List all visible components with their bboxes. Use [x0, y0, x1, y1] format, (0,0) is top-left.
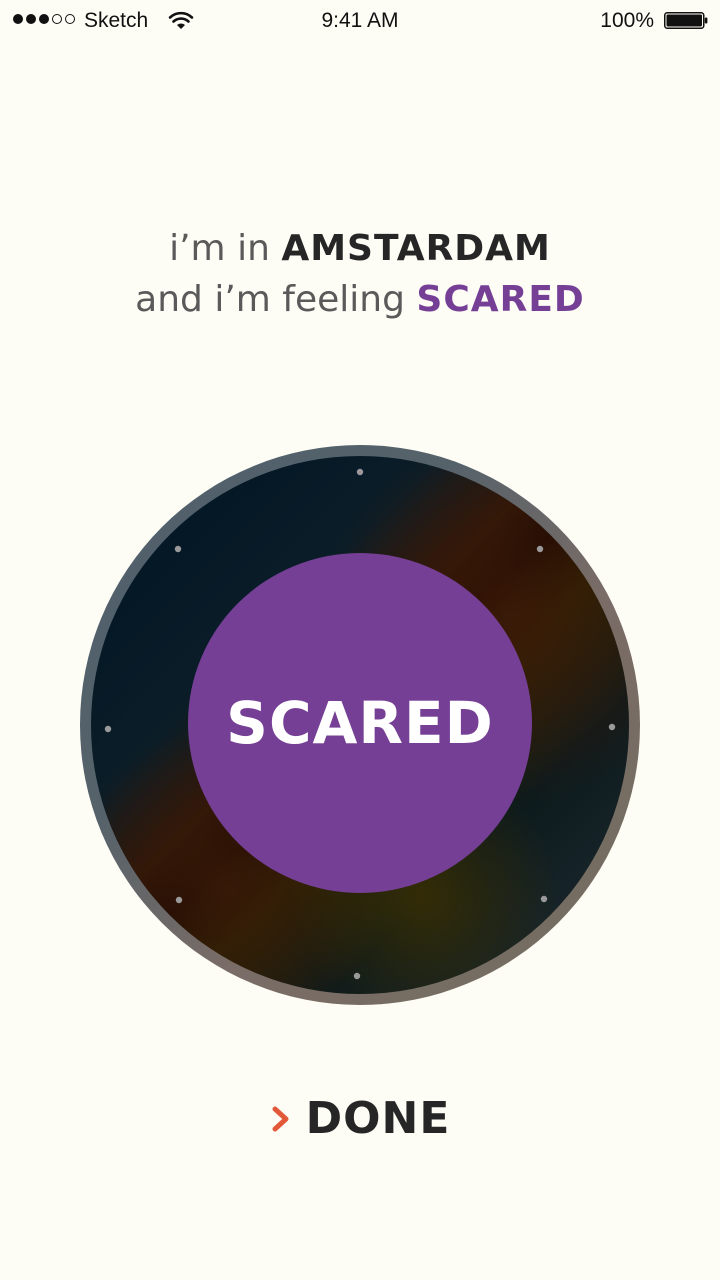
dial-marker	[353, 972, 361, 980]
dial-marker	[608, 723, 616, 731]
headline-feeling: and i’m feeling SCARED	[0, 274, 720, 326]
headline-prefix: i’m in	[169, 228, 270, 269]
done-button[interactable]: DONE	[0, 1093, 720, 1144]
chevron-right-icon	[272, 1106, 289, 1131]
dial-marker	[356, 468, 364, 476]
battery-icon	[664, 12, 708, 29]
done-label: DONE	[305, 1093, 451, 1144]
status-bar: Sketch 9:41 AM 100%	[0, 0, 720, 40]
city-name: AMSTARDAM	[281, 228, 551, 269]
dial-marker	[536, 545, 544, 553]
headline-location: i’m in AMSTARDAM	[0, 223, 720, 275]
selected-mood-label[interactable]: SCARED	[188, 553, 532, 893]
dial-marker	[540, 895, 548, 903]
mood-name: SCARED	[416, 279, 585, 320]
dial-marker	[175, 896, 183, 904]
dial-marker	[104, 725, 112, 733]
headline-feeling-prefix: and i’m feeling	[135, 279, 405, 320]
dial-marker	[174, 545, 182, 553]
battery-percentage: 100%	[600, 9, 654, 32]
